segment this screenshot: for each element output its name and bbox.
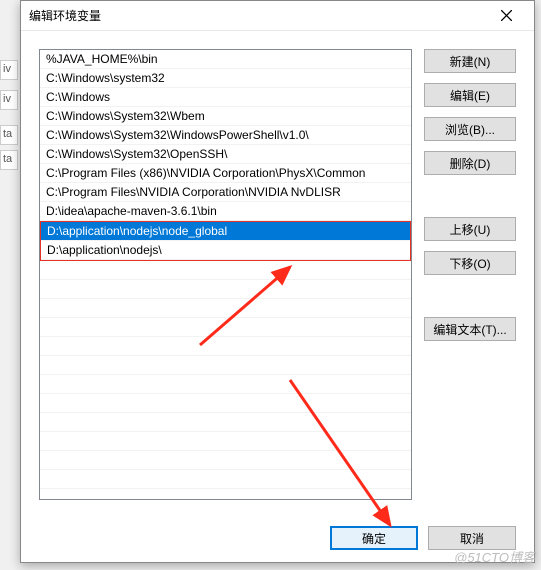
list-item[interactable]: C:\Windows: [40, 88, 411, 107]
list-item-empty: [40, 280, 411, 299]
delete-button[interactable]: 删除(D): [424, 151, 516, 175]
close-button[interactable]: [486, 2, 526, 30]
bg-fragment: ta: [0, 125, 18, 145]
list-item-empty: [40, 451, 411, 470]
moveup-button[interactable]: 上移(U): [424, 217, 516, 241]
list-item-empty: [40, 337, 411, 356]
list-item[interactable]: C:\Program Files (x86)\NVIDIA Corporatio…: [40, 164, 411, 183]
titlebar: 编辑环境变量: [21, 1, 534, 31]
list-item-empty: [40, 356, 411, 375]
list-item-empty: [40, 318, 411, 337]
bg-fragment: iv: [0, 60, 18, 80]
browse-button[interactable]: 浏览(B)...: [424, 117, 516, 141]
list-item[interactable]: D:\application\nodejs\node_global: [41, 222, 410, 241]
list-item[interactable]: C:\Windows\System32\OpenSSH\: [40, 145, 411, 164]
movedown-button[interactable]: 下移(O): [424, 251, 516, 275]
dialog-title: 编辑环境变量: [29, 7, 486, 24]
dialog-content: %JAVA_HOME%\binC:\Windows\system32C:\Win…: [21, 31, 534, 514]
list-item[interactable]: C:\Windows\system32: [40, 69, 411, 88]
new-button[interactable]: 新建(N): [424, 49, 516, 73]
env-var-dialog: 编辑环境变量 %JAVA_HOME%\binC:\Windows\system3…: [20, 0, 535, 563]
side-buttons: 新建(N) 编辑(E) 浏览(B)... 删除(D) 上移(U) 下移(O) 编…: [424, 49, 516, 500]
list-item[interactable]: C:\Windows\System32\WindowsPowerShell\v1…: [40, 126, 411, 145]
list-item-empty: [40, 432, 411, 451]
list-item[interactable]: D:\application\nodejs\: [41, 241, 410, 260]
bg-fragment: iv: [0, 90, 18, 110]
highlight-box: D:\application\nodejs\node_globalD:\appl…: [40, 221, 411, 261]
list-item-empty: [40, 261, 411, 280]
edittext-button[interactable]: 编辑文本(T)...: [424, 317, 516, 341]
list-item-empty: [40, 413, 411, 432]
list-item[interactable]: C:\Program Files\NVIDIA Corporation\NVID…: [40, 183, 411, 202]
list-item-empty: [40, 299, 411, 318]
list-item[interactable]: C:\Windows\System32\Wbem: [40, 107, 411, 126]
edit-button[interactable]: 编辑(E): [424, 83, 516, 107]
list-item[interactable]: %JAVA_HOME%\bin: [40, 50, 411, 69]
list-item-empty: [40, 375, 411, 394]
list-item-empty: [40, 394, 411, 413]
path-listbox[interactable]: %JAVA_HOME%\binC:\Windows\system32C:\Win…: [39, 49, 412, 500]
list-wrap: %JAVA_HOME%\binC:\Windows\system32C:\Win…: [39, 49, 412, 500]
list-item-empty: [40, 470, 411, 489]
list-item[interactable]: D:\idea\apache-maven-3.6.1\bin: [40, 202, 411, 221]
ok-button[interactable]: 确定: [330, 526, 418, 550]
watermark: @51CTO博客: [454, 547, 535, 566]
bg-fragment: ta: [0, 150, 18, 170]
close-icon: [501, 10, 512, 21]
